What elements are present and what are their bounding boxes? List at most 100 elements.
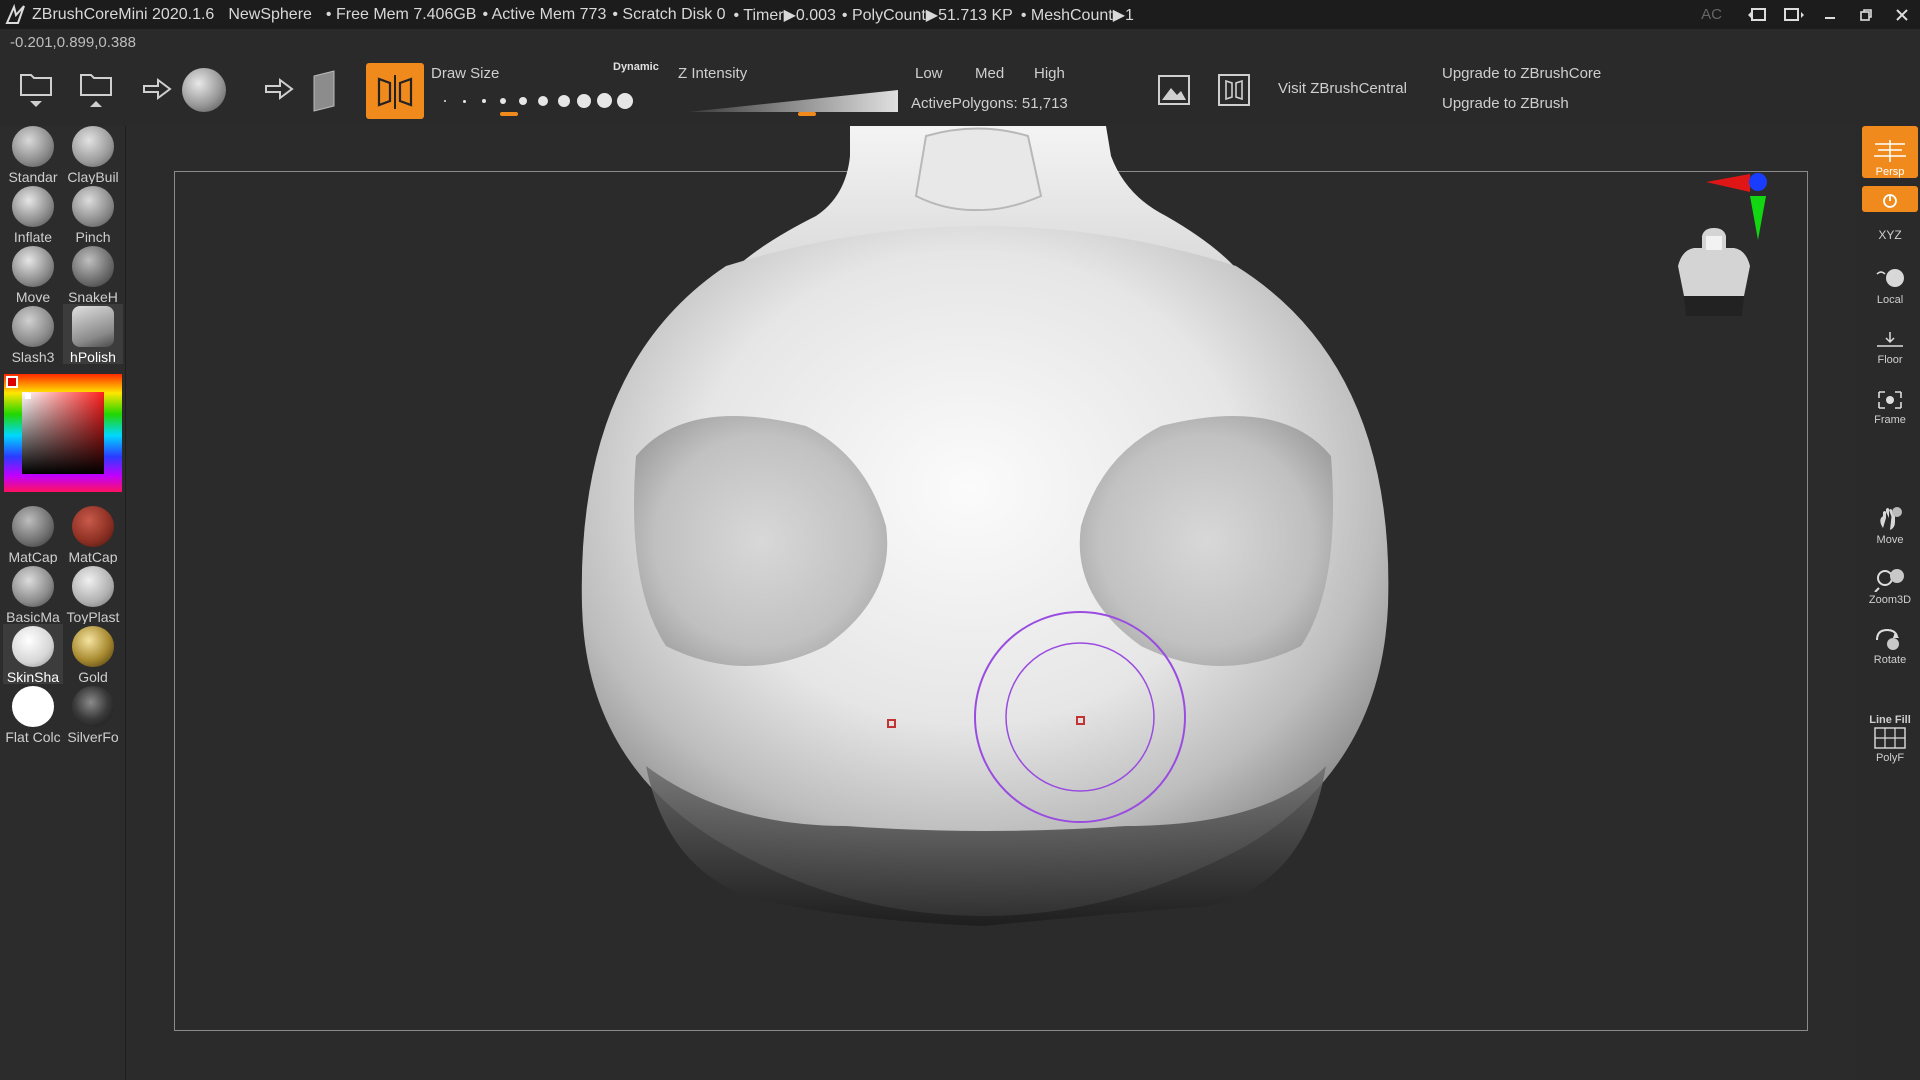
med-button[interactable]: Med: [975, 65, 1004, 82]
material-basicmaterial[interactable]: BasicMa: [3, 564, 63, 624]
sculpt-mesh[interactable]: [126, 126, 1856, 1080]
free-mem: • Free Mem 7.406GB: [325, 5, 477, 23]
material-matcap-red[interactable]: MatCap: [63, 504, 123, 564]
matcap-red-icon: [72, 506, 114, 547]
standard-brush-icon: [12, 126, 54, 167]
move-view-button[interactable]: Move: [1862, 494, 1918, 546]
frame-button[interactable]: Frame: [1862, 374, 1918, 426]
z-intensity-slider[interactable]: [688, 88, 898, 116]
rotate-button[interactable]: Rotate: [1862, 614, 1918, 666]
visit-zbrushcentral-link[interactable]: Visit ZBrushCentral: [1278, 80, 1407, 97]
z-intensity-label: Z Intensity: [678, 65, 748, 82]
xyz-button[interactable]: XYZ: [1862, 214, 1918, 242]
gold-material-icon: [72, 626, 114, 667]
hpolish-brush-icon: [72, 306, 114, 347]
material-flatcolor[interactable]: Flat Colc: [3, 684, 63, 744]
brush-claybuildup[interactable]: ClayBuil: [63, 124, 123, 184]
window-controls: AC: [1701, 0, 1920, 29]
local-icon: [1876, 269, 1904, 287]
size-dot: [577, 94, 591, 108]
upgrade-zbrushcore-link[interactable]: Upgrade to ZBrushCore: [1442, 65, 1601, 82]
high-button[interactable]: High: [1034, 65, 1065, 82]
brush-pinch[interactable]: Pinch: [63, 184, 123, 244]
low-button[interactable]: Low: [915, 65, 943, 82]
draw-size-label: Draw Size: [431, 65, 500, 82]
brush-standard[interactable]: Standar: [3, 124, 63, 184]
save-folder-icon[interactable]: [74, 66, 118, 114]
color-picker-handle[interactable]: [25, 393, 31, 399]
zoom3d-icon: [1874, 569, 1904, 592]
basicmaterial-icon: [12, 566, 54, 607]
layout-right-icon[interactable]: [1776, 0, 1812, 29]
minimize-button[interactable]: [1812, 0, 1848, 29]
navigation-gizmo[interactable]: [1666, 170, 1776, 320]
pinch-brush-icon: [72, 186, 114, 227]
turntable-icon[interactable]: [1214, 70, 1254, 110]
layout-left-icon[interactable]: [1740, 0, 1776, 29]
rotate-icon: [1876, 628, 1899, 650]
size-dot: [519, 97, 527, 105]
size-dot: [558, 95, 570, 107]
brush-move[interactable]: Move: [3, 244, 63, 304]
dynamic-toggle[interactable]: Dynamic: [613, 61, 659, 73]
local-button[interactable]: Local: [1862, 254, 1918, 306]
material-skinshade[interactable]: SkinSha: [3, 624, 63, 684]
ac-label: AC: [1701, 6, 1722, 23]
frame-icon: [1878, 391, 1902, 409]
document-viewport[interactable]: [126, 126, 1856, 1080]
texture-swatch-icon[interactable]: [308, 66, 340, 116]
zoom3d-button[interactable]: Zoom3D: [1862, 554, 1918, 606]
brush-inflate[interactable]: Inflate: [3, 184, 63, 244]
size-dot: [597, 93, 612, 108]
sphere-tool-icon[interactable]: [180, 68, 228, 112]
matcap-gray-icon: [12, 506, 54, 547]
material-gold[interactable]: Gold: [63, 624, 123, 684]
document-name: NewSphere: [228, 5, 312, 23]
active-mem: • Active Mem 773: [482, 5, 607, 23]
persp-button[interactable]: Persp: [1862, 126, 1918, 178]
image-icon[interactable]: [1154, 70, 1194, 110]
brush-slash3[interactable]: Slash3: [3, 304, 63, 364]
close-button[interactable]: [1884, 0, 1920, 29]
size-dot: [463, 100, 466, 103]
claybuildup-brush-icon: [72, 126, 114, 167]
snakehook-brush-icon: [72, 246, 114, 287]
polycount: • PolyCount▶51.713 KP: [841, 6, 1013, 24]
hand-move-icon: [1880, 507, 1902, 530]
material-silverfoil[interactable]: SilverFo: [63, 684, 123, 744]
timer: • Timer▶0.003: [733, 6, 836, 24]
snap-button[interactable]: [1862, 186, 1918, 212]
floor-icon: [1877, 332, 1903, 347]
polyframe-button[interactable]: Line Fill PolyF: [1862, 712, 1918, 768]
open-folder-icon[interactable]: [14, 66, 58, 114]
z-intensity-indicator: [798, 112, 816, 116]
brush-snakehook[interactable]: SnakeH: [63, 244, 123, 304]
draw-size-slider[interactable]: [440, 90, 650, 116]
size-dot: [538, 96, 548, 106]
color-saturation-square[interactable]: [22, 392, 104, 474]
size-dot: [500, 98, 506, 104]
color-picker[interactable]: [4, 374, 122, 492]
toyplastic-icon: [72, 566, 114, 607]
polyframe-grid-icon: [1874, 727, 1906, 749]
cursor-coordinates: -0.201,0.899,0.388: [10, 34, 136, 51]
floor-button[interactable]: Floor: [1862, 314, 1918, 366]
current-color-swatch: [6, 376, 18, 388]
title-bar: ZBrushCoreMini 2020.1.6 NewSphere • Free…: [0, 0, 1920, 29]
zbrush-logo-icon: [5, 3, 25, 24]
material-toyplastic[interactable]: ToyPlast: [63, 564, 123, 624]
arrow-right-icon-2[interactable]: [262, 74, 296, 104]
size-dot: [617, 93, 633, 109]
upgrade-zbrush-link[interactable]: Upgrade to ZBrush: [1442, 95, 1569, 112]
slash3-brush-icon: [12, 306, 54, 347]
arrow-right-icon[interactable]: [140, 74, 174, 104]
restore-button[interactable]: [1848, 0, 1884, 29]
active-polygons: ActivePolygons: 51,713: [911, 95, 1068, 112]
meshcount: • MeshCount▶1: [1020, 6, 1134, 24]
app-title: ZBrushCoreMini 2020.1.6: [32, 5, 215, 23]
symmetry-button[interactable]: [366, 63, 424, 119]
brush-hpolish[interactable]: hPolish: [63, 304, 123, 364]
inflate-brush-icon: [12, 186, 54, 227]
snap-icon: [1883, 194, 1897, 208]
material-matcap-gray[interactable]: MatCap: [3, 504, 63, 564]
